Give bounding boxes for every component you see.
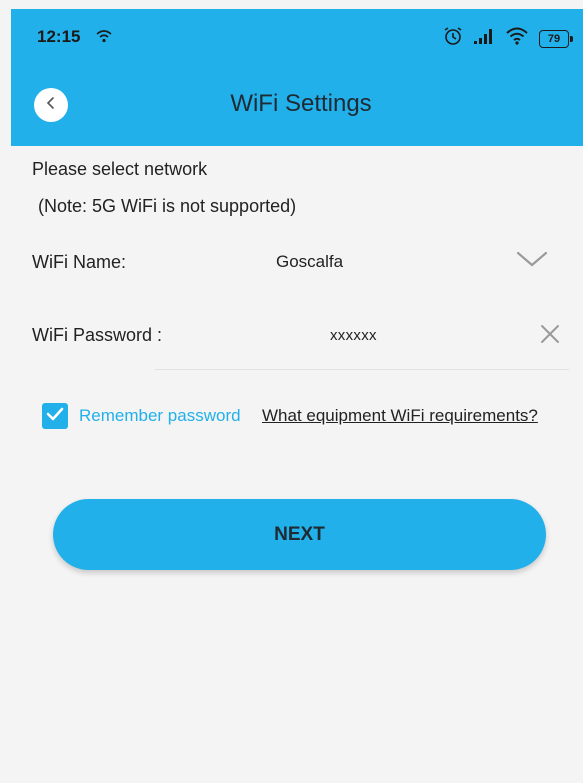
status-bar: 12:15 79 [11, 9, 583, 65]
alarm-icon [443, 26, 463, 51]
check-icon [45, 406, 65, 427]
status-icons: 79 [443, 26, 573, 51]
signal-icon [473, 27, 495, 50]
battery-icon: 79 [539, 29, 573, 48]
wifi-icon [505, 27, 529, 50]
5g-note-label: (Note: 5G WiFi is not supported) [38, 196, 297, 216]
wifi-requirements-link[interactable]: What equipment WiFi requirements? [262, 406, 538, 426]
wifi-name-label: WiFi Name: [32, 252, 126, 272]
select-network-label: Please select network [32, 159, 208, 179]
app-header: 12:15 79 WiFi Settings [11, 9, 583, 146]
wifi-name-value[interactable]: Goscalfa [276, 252, 343, 272]
phone-screen: 12:15 79 WiFi Settings Please select net… [11, 9, 583, 783]
remember-password-checkbox[interactable] [42, 403, 68, 429]
password-underline [155, 369, 569, 370]
next-button[interactable]: NEXT [53, 499, 546, 570]
chevron-down-icon[interactable] [516, 249, 548, 274]
wifi-small-icon [96, 29, 112, 48]
wifi-password-input[interactable]: xxxxxx [330, 327, 377, 344]
close-icon[interactable] [539, 323, 561, 350]
page-title: WiFi Settings [230, 90, 372, 117]
remember-password-label[interactable]: Remember password [79, 406, 241, 426]
wifi-password-label: WiFi Password : [32, 325, 163, 345]
status-time: 12:15 [37, 27, 81, 46]
